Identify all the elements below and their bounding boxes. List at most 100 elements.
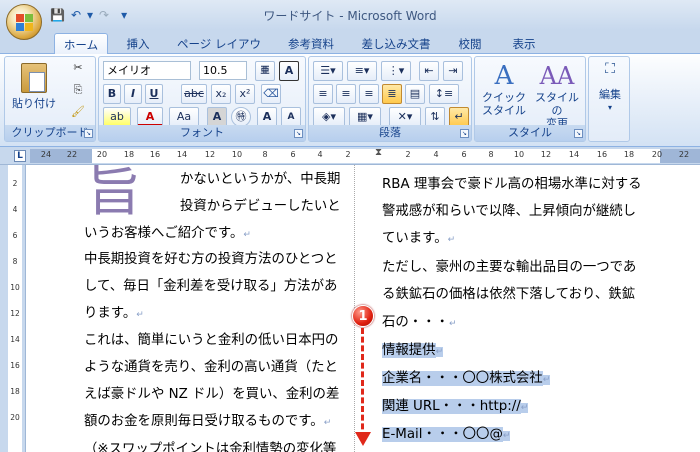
- tab-mailings[interactable]: 差し込み文書: [356, 33, 436, 54]
- text-line-content: （※スワップポイントは金利情勢の変化等: [84, 442, 337, 452]
- text-line-content: 関連 URL・・・http://: [382, 399, 521, 414]
- left-text-line[interactable]: いうお客様へご紹介です。↵: [84, 221, 251, 241]
- underline-button[interactable]: U: [145, 84, 163, 104]
- char-shading-icon[interactable]: A: [207, 107, 227, 127]
- editing-dropdown-icon: ▾: [607, 103, 612, 112]
- align-right-icon[interactable]: ≡: [359, 84, 379, 104]
- right-text-line[interactable]: 警戒感が和らいで以降、上昇傾向が継続し: [382, 199, 636, 219]
- selected-text-line[interactable]: E-Mail・・・〇〇@↵: [382, 422, 511, 442]
- grow-font-button[interactable]: A: [257, 107, 277, 127]
- clear-formatting-icon[interactable]: ⌫: [261, 84, 281, 104]
- sort-icon[interactable]: ⇅: [425, 107, 445, 127]
- quick-styles-label-1: クイック: [482, 91, 526, 104]
- change-styles-button[interactable]: AA スタイルの 変更: [531, 61, 583, 130]
- text-line-content: 額のお金を原則毎日受け取るものです。: [84, 414, 324, 429]
- quick-styles-label-2: スタイル: [482, 104, 526, 117]
- right-text-line[interactable]: 石の・・・↵: [382, 310, 457, 330]
- vertical-ruler[interactable]: 2 4 6 8 10 12 14 16 18 20: [0, 165, 26, 452]
- tab-review[interactable]: 校閲: [452, 33, 488, 54]
- right-text-line[interactable]: ています。↵: [382, 226, 455, 246]
- right-text-line[interactable]: ただし、豪州の主要な輸出品目の一つであ: [382, 255, 636, 275]
- styles-launcher-icon[interactable]: ↘: [574, 129, 583, 138]
- right-text-line[interactable]: る鉄鉱石の価格は依然下落しており、鉄鉱: [382, 282, 635, 302]
- distributed-icon[interactable]: ▤: [405, 84, 425, 104]
- multilevel-list-icon[interactable]: ⋮▾: [381, 61, 411, 81]
- subscript-button[interactable]: x₂: [211, 84, 231, 104]
- bold-button[interactable]: B: [103, 84, 121, 104]
- tab-insert[interactable]: 挿入: [118, 33, 158, 54]
- superscript-button[interactable]: x²: [235, 84, 255, 104]
- selected-text-line[interactable]: 情報提供↵: [382, 338, 444, 358]
- font-color-button[interactable]: A: [137, 107, 163, 127]
- format-painter-icon[interactable]: 🖌: [67, 105, 89, 125]
- clipboard-launcher-icon[interactable]: ↘: [84, 129, 93, 138]
- italic-button[interactable]: I: [124, 84, 142, 104]
- selected-text-line[interactable]: 関連 URL・・・http://↵: [382, 394, 529, 414]
- left-text-line[interactable]: かないというかが、中長期: [180, 167, 340, 187]
- increase-indent-icon[interactable]: ⇥: [443, 61, 463, 81]
- numbering-icon[interactable]: ≡▾: [347, 61, 377, 81]
- shading-icon[interactable]: ◈▾: [313, 107, 345, 127]
- ruler-tick-label: 24: [40, 150, 52, 159]
- left-text-line[interactable]: 中長期投資を好む方の投資方法のひとつと: [84, 247, 337, 267]
- paste-button[interactable]: 貼り付け: [11, 61, 57, 121]
- vruler-tick-label: 10: [10, 283, 20, 292]
- align-left-icon[interactable]: ≡: [313, 84, 333, 104]
- text-line-content: 投資からデビューしたいと: [180, 199, 341, 214]
- vruler-tick-label: 20: [10, 413, 20, 422]
- horizontal-ruler[interactable]: 24 22 20 18 16 14 12 10 8 6 4 2 2 4 6 8 10 12 14 16 18 20 22 ⧗: [0, 147, 700, 165]
- ruler-tick-label: 16: [149, 150, 161, 159]
- justify-icon[interactable]: ≣: [382, 84, 402, 104]
- left-text-line[interactable]: えば豪ドルや NZ ドル）を買い、金利の差: [84, 382, 339, 402]
- strikethrough-button[interactable]: abc: [181, 84, 207, 104]
- cut-icon[interactable]: ✂: [67, 61, 89, 81]
- tab-view[interactable]: 表示: [506, 33, 542, 54]
- selected-text-line[interactable]: 企業名・・・〇〇株式会社↵: [382, 366, 551, 386]
- tab-references[interactable]: 参考資料: [280, 33, 342, 54]
- tab-selector[interactable]: L: [14, 150, 26, 162]
- clear-format-icon[interactable]: 亜: [255, 61, 275, 81]
- enclose-char-icon[interactable]: ㊕: [231, 107, 251, 127]
- borders-icon[interactable]: ▦▾: [349, 107, 381, 127]
- left-text-line[interactable]: 額のお金を原則毎日受け取るものです。↵: [84, 409, 331, 429]
- font-size-field[interactable]: 10.5: [199, 61, 247, 80]
- left-text-line[interactable]: ような通貨を売り、金利の高い通貨（たと: [84, 355, 338, 375]
- asian-layout-icon[interactable]: ✕▾: [389, 107, 421, 127]
- paste-label: 貼り付け: [12, 97, 56, 110]
- shrink-font-button[interactable]: A: [281, 107, 301, 127]
- paragraph-mark-icon: ↵: [542, 375, 551, 385]
- indent-marker-icon[interactable]: ⧗: [375, 147, 382, 158]
- left-text-line[interactable]: 投資からデビューしたいと: [180, 194, 341, 214]
- left-text-line[interactable]: これは、簡単にいうと金利の低い日本円の: [84, 328, 338, 348]
- vruler-tick-label: 12: [10, 309, 20, 318]
- quick-styles-button[interactable]: A クイック スタイル: [479, 61, 529, 125]
- bullets-icon[interactable]: ☰▾: [313, 61, 343, 81]
- tab-home[interactable]: ホーム: [54, 33, 108, 54]
- copy-icon[interactable]: ⎘: [67, 83, 89, 103]
- line-spacing-icon[interactable]: ↕≡: [429, 84, 459, 104]
- font-name-field[interactable]: メイリオ: [103, 61, 191, 80]
- left-text-line[interactable]: （※スワップポイントは金利情勢の変化等: [84, 437, 336, 452]
- highlight-button[interactable]: ab: [103, 107, 131, 127]
- decrease-indent-icon[interactable]: ⇤: [419, 61, 439, 81]
- office-button[interactable]: [6, 4, 42, 40]
- ruler-tick-label: 22: [66, 150, 78, 159]
- text-line-content: RBA 理事会で豪ドル高の相場水準に対する: [382, 177, 642, 192]
- left-text-line[interactable]: ります。↵: [84, 301, 144, 321]
- paragraph-launcher-icon[interactable]: ↘: [460, 129, 469, 138]
- paragraph-mark-icon: ↵: [520, 403, 529, 413]
- ruler-tick-label: 2: [345, 150, 351, 159]
- ruler-tick-label: 12: [204, 150, 216, 159]
- right-text-line[interactable]: RBA 理事会で豪ドル高の相場水準に対する: [382, 172, 642, 192]
- left-text-line[interactable]: して、毎日「金利差を受け取る」方法があ: [84, 274, 337, 294]
- font-launcher-icon[interactable]: ↘: [294, 129, 303, 138]
- tab-page-layout[interactable]: ページ レイアウト: [172, 33, 266, 67]
- text-line-content: ります。: [84, 306, 137, 321]
- char-border-icon[interactable]: A: [279, 61, 299, 81]
- paragraph-group-label: 段落: [309, 125, 471, 141]
- change-case-button[interactable]: Aa: [169, 107, 199, 127]
- text-line-content: いうお客様へご紹介です。: [84, 226, 244, 241]
- show-marks-icon[interactable]: ↵: [449, 107, 469, 127]
- align-center-icon[interactable]: ≡: [336, 84, 356, 104]
- editing-button[interactable]: ⛶ 編集 ▾: [591, 61, 629, 131]
